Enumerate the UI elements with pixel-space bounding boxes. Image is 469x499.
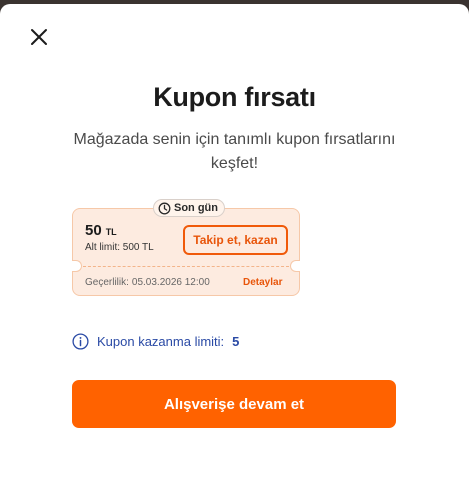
close-button[interactable] xyxy=(26,24,52,50)
badge-label: Son gün xyxy=(174,202,218,214)
limit-value: 5 xyxy=(232,334,240,349)
lower-limit: Alt limit: 500 TL xyxy=(85,242,154,253)
coupon-card: Son gün 50 TL Alt limit: 500 TL Takip et… xyxy=(72,199,300,296)
info-icon xyxy=(72,333,89,350)
close-icon[interactable] xyxy=(26,24,52,50)
coupon-amount: 50 TL xyxy=(85,222,117,239)
last-day-badge: Son gün xyxy=(153,199,225,217)
amount-value: 50 xyxy=(85,222,102,239)
follow-and-win-button[interactable]: Takip et, kazan xyxy=(183,225,288,255)
modal-subtitle: Mağazada senin için tanımlı kupon fırsat… xyxy=(73,131,396,172)
details-link[interactable]: Detaylar xyxy=(243,277,282,288)
validity-label: Geçerlilik: xyxy=(85,277,129,288)
continue-shopping-button[interactable]: Alışverişe devam et xyxy=(72,380,396,428)
validity-date: 05.03.2026 12:00 xyxy=(131,277,210,288)
limit-label: Kupon kazanma limiti: xyxy=(97,334,225,349)
modal-title: Kupon fırsatı xyxy=(153,82,316,112)
coupon-modal: Kupon fırsatı Mağazada senin için tanıml… xyxy=(0,4,469,499)
validity: Geçerlilik: 05.03.2026 12:00 xyxy=(85,277,210,288)
ticket-notch-left xyxy=(72,260,82,272)
coupon-limit-row: Kupon kazanma limiti: 5 xyxy=(72,333,239,350)
ticket-divider xyxy=(83,266,289,267)
amount-currency: TL xyxy=(105,227,117,237)
clock-icon xyxy=(158,202,171,214)
ticket-notch-right xyxy=(290,260,300,272)
